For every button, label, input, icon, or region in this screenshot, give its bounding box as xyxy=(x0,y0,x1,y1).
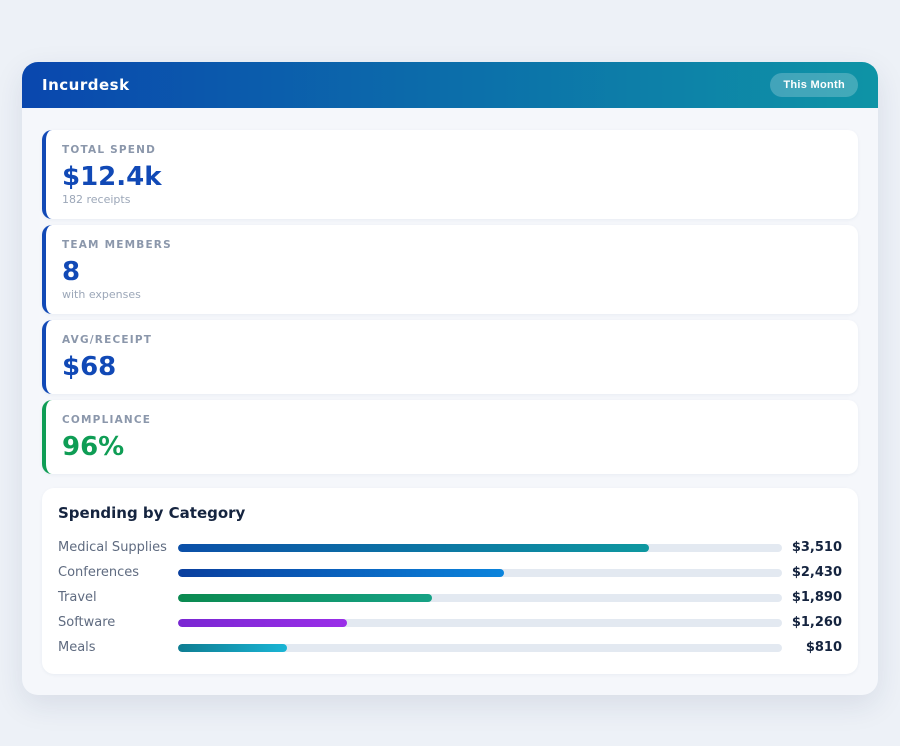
period-badge[interactable]: This Month xyxy=(770,73,858,97)
stat-label: TEAM MEMBERS xyxy=(62,239,842,252)
category-row: Travel $1,890 xyxy=(58,585,842,610)
category-row: Meals $810 xyxy=(58,635,842,660)
bar-track xyxy=(178,594,782,602)
bar-track xyxy=(178,544,782,552)
stat-value: 96% xyxy=(62,432,842,462)
stat-sub: with expenses xyxy=(62,288,842,302)
category-value: $2,430 xyxy=(782,565,842,580)
stat-card: COMPLIANCE 96% xyxy=(42,400,858,474)
category-rows: Medical Supplies $3,510 Conferences $2,4… xyxy=(58,535,842,660)
bar-fill xyxy=(178,569,504,577)
stat-sub: 182 receipts xyxy=(62,193,842,207)
bar-track xyxy=(178,619,782,627)
bar-track xyxy=(178,569,782,577)
bar-track xyxy=(178,644,782,652)
stat-value: $68 xyxy=(62,352,842,382)
app-header: Incurdesk This Month xyxy=(22,62,878,108)
stat-value: $12.4k xyxy=(62,162,842,192)
stat-label: COMPLIANCE xyxy=(62,414,842,427)
category-label: Medical Supplies xyxy=(58,540,178,555)
stat-card: AVG/RECEIPT $68 xyxy=(42,320,858,394)
app-title: Incurdesk xyxy=(42,76,130,94)
category-label: Travel xyxy=(58,590,178,605)
stat-card: TOTAL SPEND $12.4k 182 receipts xyxy=(42,130,858,219)
card-body: TOTAL SPEND $12.4k 182 receipts TEAM MEM… xyxy=(22,108,878,695)
category-row: Conferences $2,430 xyxy=(58,560,842,585)
bar-fill xyxy=(178,619,347,627)
stat-label: AVG/RECEIPT xyxy=(62,334,842,347)
bar-fill xyxy=(178,644,287,652)
bar-fill xyxy=(178,594,432,602)
stat-value: 8 xyxy=(62,257,842,287)
bar-fill xyxy=(178,544,649,552)
category-row: Software $1,260 xyxy=(58,610,842,635)
stats-list: TOTAL SPEND $12.4k 182 receipts TEAM MEM… xyxy=(42,130,858,474)
category-value: $3,510 xyxy=(782,540,842,555)
category-value: $810 xyxy=(782,640,842,655)
page: { "header": { "title": "Incurdesk", "bad… xyxy=(0,0,900,746)
dashboard-card: Incurdesk This Month TOTAL SPEND $12.4k … xyxy=(22,62,878,695)
category-label: Meals xyxy=(58,640,178,655)
category-label: Software xyxy=(58,615,178,630)
category-value: $1,260 xyxy=(782,615,842,630)
category-value: $1,890 xyxy=(782,590,842,605)
spending-panel: Spending by Category Medical Supplies $3… xyxy=(42,488,858,674)
stat-label: TOTAL SPEND xyxy=(62,144,842,157)
category-label: Conferences xyxy=(58,565,178,580)
stat-card: TEAM MEMBERS 8 with expenses xyxy=(42,225,858,314)
category-row: Medical Supplies $3,510 xyxy=(58,535,842,560)
panel-title: Spending by Category xyxy=(58,504,842,522)
